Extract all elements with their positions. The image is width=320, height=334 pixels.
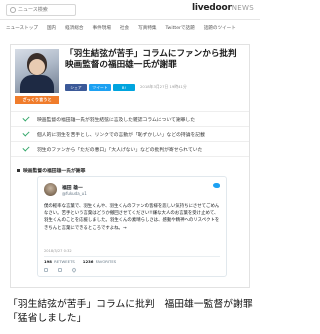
summary-point-text: 個人的に羽生を苦手とし、リンクでの言動が「恥ずかしい」などの持論を記載	[37, 132, 205, 138]
retweet-icon[interactable]	[58, 268, 62, 272]
summary-badge: ざっくり言うと	[15, 96, 59, 104]
share-bar: シェア ツイート B! 2018年3月27日 19時41分	[65, 83, 187, 91]
retweet-stat: 198 RETWEETS	[44, 259, 79, 264]
check-icon	[22, 129, 30, 137]
summary-point-text: 映画監督の福田雄一氏が羽生結弦に言及した雑誌コラムについて謝罪した	[37, 117, 196, 123]
section-title: 映画監督の福田雄一氏が謝罪	[17, 167, 85, 174]
like-count: 1236	[82, 259, 94, 264]
summary-points: 映画監督の福田雄一氏が羽生結弦に言及した雑誌コラムについて謝罪した 個人的に羽生…	[11, 111, 249, 157]
nav-item-top[interactable]: ニューストップ	[6, 25, 38, 31]
thumbnail-face	[29, 59, 45, 75]
logo-news: NEWS	[231, 4, 254, 12]
tweet-stats: 198 RETWEETS 1236 FAVORITES	[44, 259, 124, 264]
article-date: 2018年3月27日 19時41分	[140, 84, 187, 89]
thumbnail-body	[20, 75, 54, 93]
tweet-author-handle[interactable]: @fukuda_u1	[62, 191, 87, 196]
facebook-share-button[interactable]: シェア	[65, 83, 87, 91]
avatar[interactable]	[44, 183, 57, 196]
summary-point-text: 羽生のファンから「ただの悪口」「大人げない」などの批判が寄せられていた	[37, 147, 203, 153]
image-caption: 「羽生結弦が苦手」コラムに批判 福田雄一監督が謝罪「猛省しました」	[8, 299, 253, 324]
summary-point: 個人的に羽生を苦手とし、リンクでの言動が「恥ずかしい」などの持論を記載	[11, 127, 249, 142]
tweet-actions	[44, 267, 86, 273]
tweet-text: 僕の軽率な言葉で、羽生くんや、羽生くんのファンの皆様を悲しい気持ちにさせてごめん…	[44, 204, 220, 231]
article-headline[interactable]: 「羽生結弦が苦手」コラムにファンから批判 映画監督の福田雄一氏が謝罪	[65, 49, 247, 71]
nav-item-society[interactable]: 社会	[120, 25, 129, 31]
tweet-divider	[44, 256, 220, 257]
article-thumbnail[interactable]	[15, 49, 59, 93]
article-card: ざっくり言うと 「羽生結弦が苦手」コラムにファンから批判 映画監督の福田雄一氏が…	[10, 44, 250, 288]
top-bar: livedoorNEWS	[0, 0, 260, 20]
nav-item-incident[interactable]: 事件現場	[93, 25, 111, 31]
twitter-bird-icon[interactable]	[213, 183, 220, 188]
retweet-count: 198	[44, 259, 52, 264]
search-box[interactable]	[6, 4, 78, 16]
nav-item-photo[interactable]: 写真特集	[138, 25, 156, 31]
check-icon	[22, 114, 30, 122]
nav-item-domestic[interactable]: 国内	[47, 25, 56, 31]
like-stat: 1236 FAVORITES	[83, 259, 120, 264]
reply-icon[interactable]	[44, 268, 48, 272]
embedded-tweet[interactable]: 福田 雄一 @fukuda_u1 僕の軽率な言葉で、羽生くんや、羽生くんのファン…	[37, 176, 227, 277]
retweet-label: RETWEETS	[54, 259, 75, 264]
summary-point: 羽生のファンから「ただの悪口」「大人げない」などの批判が寄せられていた	[11, 142, 249, 157]
category-nav: ニューストップ 国内 経済総合 事件現場 社会 写真特集 Twitterで話題 …	[0, 22, 260, 34]
nav-item-twitter-topic[interactable]: Twitterで話題	[166, 25, 195, 31]
tweet-timestamp[interactable]: 2018/3/27 0:32	[44, 249, 72, 253]
tweet-author-name[interactable]: 福田 雄一	[62, 184, 83, 191]
search-input[interactable]	[18, 5, 78, 15]
nav-item-tweets[interactable]: 話題のツイート	[204, 25, 236, 31]
twitter-share-button[interactable]: ツイート	[89, 83, 111, 91]
site-logo[interactable]: livedoorNEWS	[192, 3, 254, 13]
heart-icon[interactable]	[71, 267, 77, 273]
logo-main: livedoor	[191, 3, 232, 13]
search-icon	[10, 7, 16, 13]
check-icon	[22, 144, 30, 152]
like-label: FAVORITES	[95, 259, 117, 264]
summary-point: 映画監督の福田雄一氏が羽生結弦に言及した雑誌コラムについて謝罪した	[11, 112, 249, 127]
nav-item-economy[interactable]: 経済総合	[65, 25, 83, 31]
hatena-bookmark-button[interactable]: B!	[113, 83, 135, 91]
